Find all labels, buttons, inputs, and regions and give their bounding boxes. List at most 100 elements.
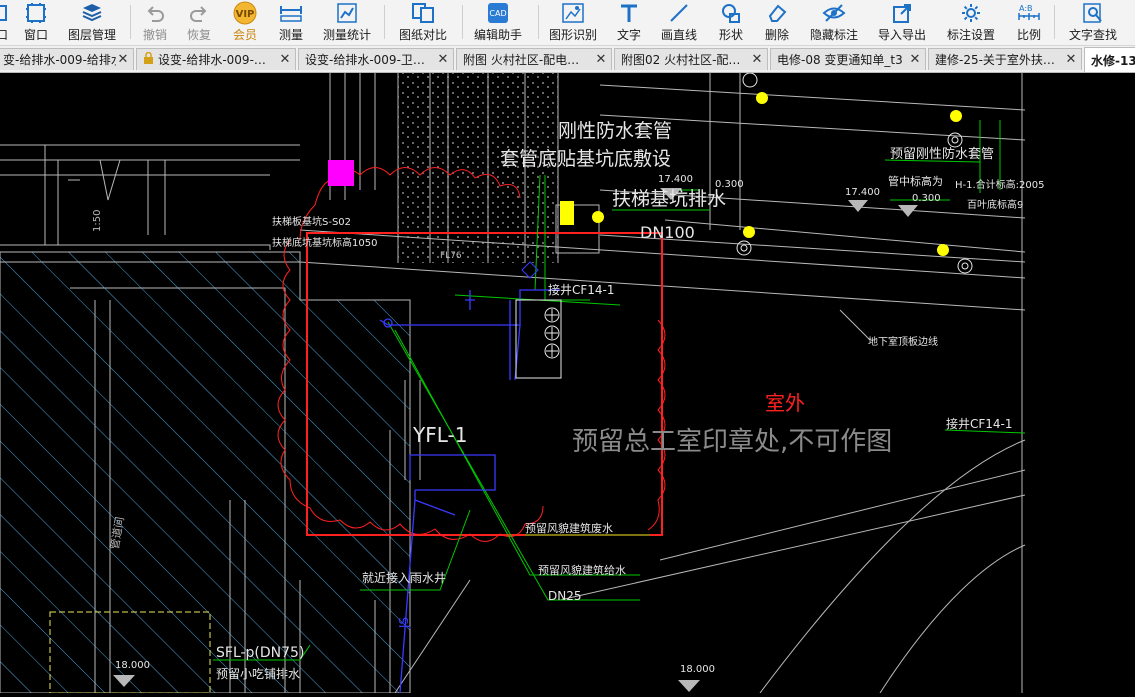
annotation-elev-17400-a: 17.400 bbox=[658, 174, 693, 185]
annotation-small-label: FL76 bbox=[440, 251, 462, 261]
edit-assistant-icon: CAD bbox=[486, 1, 510, 25]
annotation-left-note-1: 扶梯板基坑S-S02 bbox=[272, 215, 351, 228]
tab-label: 附图02 火村社区-配… bbox=[621, 53, 741, 67]
annotation-basement-line: 地下室顶板边线 bbox=[868, 335, 938, 348]
tab-document[interactable]: 附图02 火村社区-配… ✕ bbox=[614, 48, 768, 70]
toolbar-label: 删除 bbox=[764, 28, 789, 42]
tab-label: 设变-给排水-009-卫… bbox=[305, 53, 425, 67]
close-icon[interactable]: ✕ bbox=[278, 52, 292, 67]
toolbar-undo[interactable]: 撤销 bbox=[138, 0, 172, 45]
toolbar-label: 图形识别 bbox=[548, 28, 597, 42]
toolbar-text-search[interactable]: 文字查找 bbox=[1064, 0, 1122, 45]
toolbar-window-partial[interactable]: 口 bbox=[0, 0, 12, 45]
window-partial-icon bbox=[0, 1, 12, 25]
toolbar-redo[interactable]: 恢复 bbox=[182, 0, 216, 45]
annotation-dn25: DN25 bbox=[548, 589, 582, 603]
redo-icon bbox=[188, 1, 210, 25]
tab-label: 水修-13 bbox=[1091, 53, 1135, 68]
tab-label: 建修-25-关于室外扶… bbox=[935, 53, 1055, 67]
annotation-sleeve-center: 管中标高为 bbox=[888, 174, 943, 188]
toolbar-scale[interactable]: A:B 比例 bbox=[1012, 0, 1046, 45]
undo-icon bbox=[144, 1, 166, 25]
toolbar-layer-manager[interactable]: 图层管理 bbox=[64, 0, 120, 45]
hide-annotation-icon bbox=[822, 1, 846, 25]
vip-badge-text: VIP bbox=[236, 9, 255, 20]
toolbar-label: 文字查找 bbox=[1068, 28, 1117, 42]
toolbar-separator bbox=[130, 5, 131, 39]
tab-document[interactable]: 设变-给排水-009-… ✕ bbox=[136, 48, 296, 70]
close-icon[interactable]: ✕ bbox=[1064, 52, 1078, 67]
annotation-elev-17400-b: 17.400 bbox=[845, 187, 880, 198]
vip-icon: VIP bbox=[232, 1, 258, 25]
toolbar-text[interactable]: 文字 bbox=[612, 0, 646, 45]
lock-icon bbox=[143, 51, 154, 68]
import-export-icon bbox=[891, 1, 913, 25]
layers-icon bbox=[81, 1, 103, 25]
tab-document[interactable]: 电修-08 变更通知单_t3 ✕ bbox=[770, 48, 926, 70]
toolbar-label: 画直线 bbox=[660, 28, 697, 42]
toolbar-label: 测量统计 bbox=[322, 28, 371, 42]
tab-document[interactable]: 建修-25-关于室外扶… ✕ bbox=[928, 48, 1082, 70]
toolbar-separator bbox=[384, 5, 385, 39]
annotation-vertical-label: 1:50 bbox=[92, 210, 103, 232]
toolbar-vip[interactable]: VIP 会员 bbox=[228, 0, 262, 45]
window-icon bbox=[25, 1, 47, 25]
cad-drawing: 刚性防水套管 套管底贴基坑底敷设 扶梯基坑排水 DN100 17.400 0.3… bbox=[0, 72, 1045, 694]
annotation-elev-mid-bottom: 18.000 bbox=[680, 664, 715, 675]
cad-drawing-canvas[interactable]: 刚性防水套管 套管底贴基坑底敷设 扶梯基坑排水 DN100 17.400 0.3… bbox=[0, 72, 1135, 694]
text-icon bbox=[618, 1, 640, 25]
close-icon[interactable]: ✕ bbox=[908, 52, 922, 67]
magenta-marker bbox=[328, 160, 354, 186]
main-toolbar: 口 窗口 图层管理 撤销 恢复 VIP 会员 测量 测量统计 图纸对比 CAD … bbox=[0, 0, 1135, 46]
toolbar-hide-annotation[interactable]: 隐藏标注 bbox=[806, 0, 862, 45]
hatched-slab-region bbox=[0, 251, 411, 694]
toolbar-label: 比例 bbox=[1016, 28, 1041, 42]
annotation-sfl: SFL-p(DN75) bbox=[216, 645, 304, 661]
annotation-near-rain-well: 就近接入雨水井 bbox=[362, 570, 446, 585]
toolbar-measure-stats[interactable]: 测量统计 bbox=[320, 0, 374, 45]
svg-text:CAD: CAD bbox=[489, 9, 506, 18]
close-icon[interactable]: ✕ bbox=[436, 52, 450, 67]
annotation-elev-0300-b: 0.300 bbox=[912, 193, 941, 204]
toolbar-measure[interactable]: 测量 bbox=[274, 0, 308, 45]
toolbar-label: 导入导出 bbox=[877, 28, 926, 42]
tab-document-active[interactable]: 水修-13 bbox=[1084, 47, 1135, 72]
compare-icon bbox=[411, 1, 435, 25]
close-icon[interactable]: ✕ bbox=[594, 52, 608, 67]
annotation-connect-well-2: 接井CF14-1 bbox=[946, 416, 1013, 431]
tab-document[interactable]: 设变-给排水-009-卫… ✕ bbox=[298, 48, 454, 70]
toolbar-label: 窗口 bbox=[23, 28, 48, 42]
toolbar-edit-assistant[interactable]: CAD 编辑助手 bbox=[470, 0, 526, 45]
annotation-settings-icon bbox=[960, 1, 982, 25]
line-icon bbox=[668, 1, 690, 25]
toolbar-shape-recognition[interactable]: 图形识别 bbox=[546, 0, 600, 45]
toolbar-annotation-settings[interactable]: 标注设置 bbox=[942, 0, 1000, 45]
annotation-elev-left-bottom: 18.000 bbox=[115, 660, 150, 671]
toolbar-label: 形状 bbox=[718, 28, 743, 42]
eraser-icon bbox=[766, 1, 788, 25]
svg-text:A:B: A:B bbox=[1019, 4, 1033, 13]
tab-document[interactable]: 附图 火村社区-配电… ✕ bbox=[456, 48, 612, 70]
annotation-reserved-supply: 预留风貌建筑给水 bbox=[538, 563, 626, 577]
toolbar-import-export[interactable]: 导入导出 bbox=[874, 0, 930, 45]
toolbar-separator bbox=[1054, 5, 1055, 39]
toolbar-label: 标注设置 bbox=[946, 28, 995, 42]
shape-recognition-icon bbox=[561, 1, 585, 25]
toolbar-line[interactable]: 画直线 bbox=[656, 0, 702, 45]
text-search-icon bbox=[1082, 1, 1104, 25]
toolbar-label: 恢复 bbox=[186, 28, 211, 42]
close-icon[interactable]: ✕ bbox=[750, 52, 764, 67]
tab-document[interactable]: 变-给排水-009-给排水 ✕ bbox=[0, 48, 134, 70]
toolbar-compare[interactable]: 图纸对比 bbox=[396, 0, 450, 45]
annotation-js: JS bbox=[397, 617, 411, 629]
close-icon[interactable]: ✕ bbox=[116, 52, 130, 67]
document-tabbar: 变-给排水-009-给排水 ✕ 设变-给排水-009-… ✕ 设变-给排水-00… bbox=[0, 46, 1135, 73]
tab-label: 设变-给排水-009-… bbox=[158, 53, 266, 67]
annotation-elev-0300-a: 0.300 bbox=[715, 179, 744, 190]
annotation-sleeve-right: H-1.合计标高:2005 bbox=[955, 178, 1045, 191]
toolbar-window[interactable]: 窗口 bbox=[18, 0, 54, 45]
toolbar-shape[interactable]: 形状 bbox=[714, 0, 748, 45]
toolbar-label: 测量 bbox=[278, 28, 303, 42]
toolbar-delete[interactable]: 删除 bbox=[760, 0, 794, 45]
tab-label: 电修-08 变更通知单_t3 bbox=[777, 53, 903, 67]
